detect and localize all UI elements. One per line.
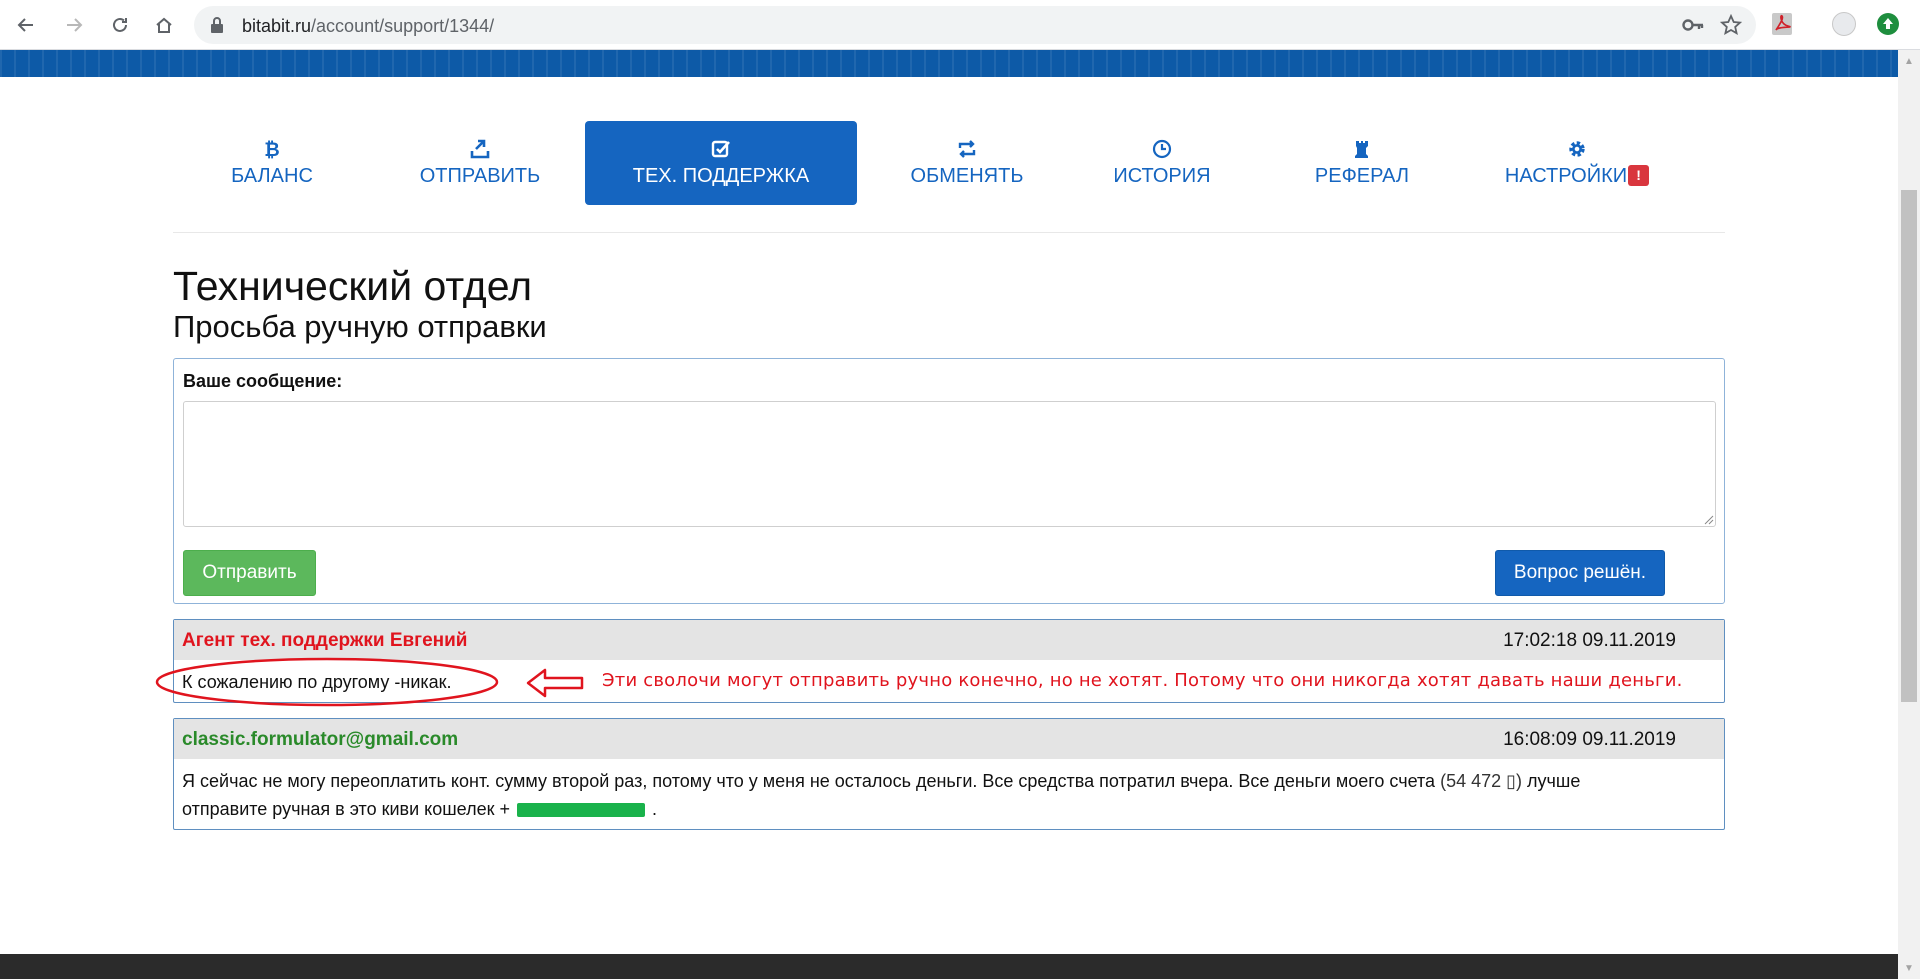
annotation-ellipse [155, 657, 499, 707]
message-label: Ваше сообщение: [183, 371, 343, 391]
browser-toolbar: bitabit.ru/account/support/1344/ [0, 0, 1920, 50]
message-author: Агент тех. поддержки Евгений [182, 630, 468, 651]
checkbox-icon [711, 140, 730, 157]
settings-alert-badge: ! [1628, 164, 1650, 186]
update-icon[interactable] [1877, 13, 1899, 35]
message-line1-end: лучше [1527, 771, 1581, 791]
resolved-button[interactable]: Вопрос решён. [1495, 550, 1665, 596]
url-path: /account/support/1344/ [311, 16, 495, 36]
send-icon [470, 139, 490, 158]
tab-label-text: НАСТРОЙКИ [1504, 164, 1628, 187]
reload-icon[interactable] [104, 9, 136, 41]
tab-support[interactable]: ТЕХ. ПОДДЕРЖКА [585, 121, 857, 205]
tab-label: ОБМЕНЯТЬ [910, 164, 1024, 187]
message-line1: Я сейчас не могу переоплатить конт. сумм… [182, 771, 1436, 791]
home-icon[interactable] [148, 9, 180, 41]
message-header: Агент тех. поддержки Евгений 17:02:18 09… [174, 620, 1724, 660]
scroll-down-icon[interactable]: ▼ [1898, 959, 1920, 977]
pdf-extension-icon[interactable] [1771, 12, 1793, 36]
profile-avatar-icon[interactable] [1832, 12, 1856, 36]
annotation-arrow-icon [526, 668, 584, 698]
tab-balance[interactable]: ₿ БАЛАНС [193, 121, 351, 205]
ticket-subject: Просьба ручную отправки [173, 309, 547, 344]
annotation-text: Эти сволочи могут отправить ручно конечн… [602, 670, 1683, 691]
redacted-phone [517, 803, 645, 818]
reply-form: Ваше сообщение: Отправить Вопрос решён. [173, 358, 1725, 604]
message-text: Я сейчас не могу переоплатить конт. сумм… [174, 759, 1724, 831]
tab-send[interactable]: ОТПРАВИТЬ [387, 121, 573, 205]
tab-exchange[interactable]: ОБМЕНЯТЬ [879, 121, 1055, 205]
back-icon[interactable] [10, 9, 42, 41]
message-amount: (54 472 ▯) [1440, 771, 1523, 791]
message-author: classic.formulator@gmail.com [182, 729, 459, 750]
page-footer [0, 954, 1898, 979]
message-time: 16:08:09 09.11.2019 [1503, 729, 1676, 750]
tab-label: ОТПРАВИТЬ [419, 164, 541, 187]
account-tabs: ₿ БАЛАНС ОТПРАВИТЬ ТЕХ. ПОДДЕРЖКА ОБМЕНЯ… [173, 121, 1725, 205]
url-host: bitabit.ru [242, 16, 312, 36]
exchange-icon [958, 139, 976, 158]
tab-label: ИСТОРИЯ [1113, 164, 1211, 187]
tab-label: РЕФЕРАЛ [1314, 164, 1410, 187]
message-header: classic.formulator@gmail.com 16:08:09 09… [174, 719, 1724, 759]
message-time: 17:02:18 09.11.2019 [1503, 630, 1676, 651]
tab-label: БАЛАНС [231, 164, 313, 187]
gear-icon [1569, 140, 1585, 157]
key-icon[interactable] [1682, 16, 1704, 34]
star-icon[interactable] [1720, 14, 1742, 36]
header-banner [0, 50, 1898, 77]
url-text: bitabit.ru/account/support/1344/ [242, 16, 494, 37]
svg-text:₿: ₿ [264, 139, 279, 159]
message-textarea[interactable] [183, 401, 1716, 527]
user-message: classic.formulator@gmail.com 16:08:09 09… [173, 718, 1725, 830]
page-title: Технический отдел [173, 263, 533, 309]
tab-referral[interactable]: РЕФЕРАЛ [1289, 121, 1435, 205]
bitcoin-icon: ₿ [264, 139, 279, 159]
tab-label: ТЕХ. ПОДДЕРЖКА [632, 164, 810, 187]
message-line2-end: . [652, 799, 658, 819]
tab-history[interactable]: ИСТОРИЯ [1093, 121, 1231, 205]
tab-settings[interactable]: НАСТРОЙКИ! [1495, 121, 1659, 205]
forward-icon[interactable] [58, 9, 90, 41]
message-line2: отправите ручная в это киви кошелек + [182, 799, 510, 819]
tab-label: НАСТРОЙКИ! [1504, 164, 1650, 188]
resize-grip-icon[interactable] [1704, 515, 1714, 525]
tabs-divider [173, 232, 1725, 233]
address-bar[interactable]: bitabit.ru/account/support/1344/ [194, 6, 1756, 44]
lock-icon [211, 17, 223, 33]
scroll-up-icon[interactable]: ▲ [1898, 52, 1920, 70]
rook-icon [1355, 140, 1368, 158]
clock-icon [1152, 139, 1172, 158]
scrollbar[interactable]: ▲ ▼ [1898, 50, 1920, 979]
scrollbar-thumb[interactable] [1901, 190, 1917, 702]
send-button[interactable]: Отправить [183, 550, 316, 596]
